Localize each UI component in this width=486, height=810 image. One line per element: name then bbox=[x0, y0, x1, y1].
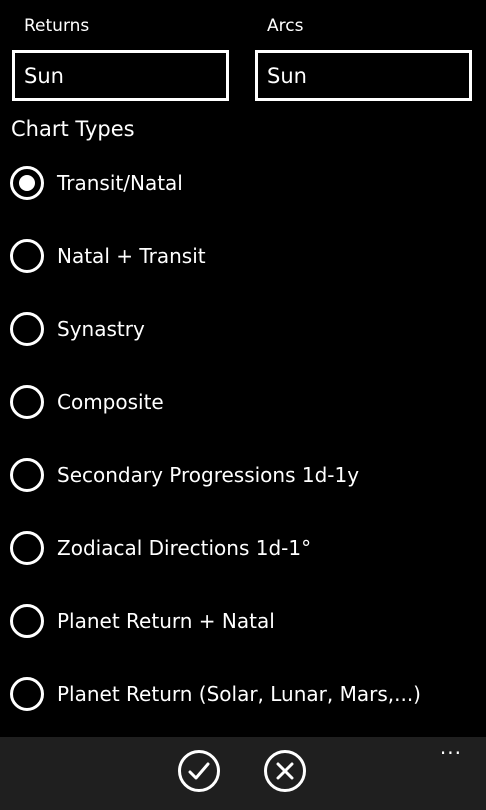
radio-label: Composite bbox=[57, 390, 164, 414]
arcs-label: Arcs bbox=[267, 16, 304, 36]
application-bar: ... bbox=[0, 737, 486, 810]
radio-natal-plus-transit[interactable]: Natal + Transit bbox=[10, 236, 470, 276]
radio-selected-dot bbox=[19, 175, 35, 191]
confirm-button[interactable] bbox=[178, 750, 220, 792]
returns-value: Sun bbox=[24, 63, 64, 88]
check-icon bbox=[188, 762, 210, 780]
radio-label: Synastry bbox=[57, 317, 145, 341]
radio-circle[interactable] bbox=[10, 385, 44, 419]
radio-circle[interactable] bbox=[10, 677, 44, 711]
radio-synastry[interactable]: Synastry bbox=[10, 309, 470, 349]
radio-circle[interactable] bbox=[10, 312, 44, 346]
radio-transit-natal[interactable]: Transit/Natal bbox=[10, 163, 470, 203]
radio-zodiacal-directions[interactable]: Zodiacal Directions 1d-1° bbox=[10, 528, 470, 568]
radio-planet-return-natal[interactable]: Planet Return + Natal bbox=[10, 601, 470, 641]
returns-label: Returns bbox=[24, 16, 90, 36]
radio-circle[interactable] bbox=[10, 458, 44, 492]
radio-circle[interactable] bbox=[10, 531, 44, 565]
radio-label: Natal + Transit bbox=[57, 244, 206, 268]
radio-label: Secondary Progressions 1d-1y bbox=[57, 463, 360, 487]
arcs-picker[interactable]: Sun bbox=[255, 50, 472, 101]
chart-settings-page: Returns Sun Arcs Sun Chart Types Transit… bbox=[0, 0, 486, 810]
radio-label: Planet Return (Solar, Lunar, Mars,...) bbox=[57, 682, 421, 706]
radio-secondary-progressions[interactable]: Secondary Progressions 1d-1y bbox=[10, 455, 470, 495]
chart-types-title: Chart Types bbox=[11, 117, 135, 141]
radio-label: Zodiacal Directions 1d-1° bbox=[57, 536, 312, 560]
radio-composite[interactable]: Composite bbox=[10, 382, 470, 422]
returns-picker[interactable]: Sun bbox=[12, 50, 229, 101]
radio-circle[interactable] bbox=[10, 166, 44, 200]
more-icon[interactable]: ... bbox=[440, 737, 462, 757]
radio-circle[interactable] bbox=[10, 239, 44, 273]
radio-label: Transit/Natal bbox=[57, 171, 183, 195]
radio-label: Planet Return + Natal bbox=[57, 609, 275, 633]
close-icon bbox=[276, 762, 294, 780]
arcs-value: Sun bbox=[267, 63, 307, 88]
radio-circle[interactable] bbox=[10, 604, 44, 638]
radio-planet-return[interactable]: Planet Return (Solar, Lunar, Mars,...) bbox=[10, 674, 470, 714]
cancel-button[interactable] bbox=[264, 750, 306, 792]
